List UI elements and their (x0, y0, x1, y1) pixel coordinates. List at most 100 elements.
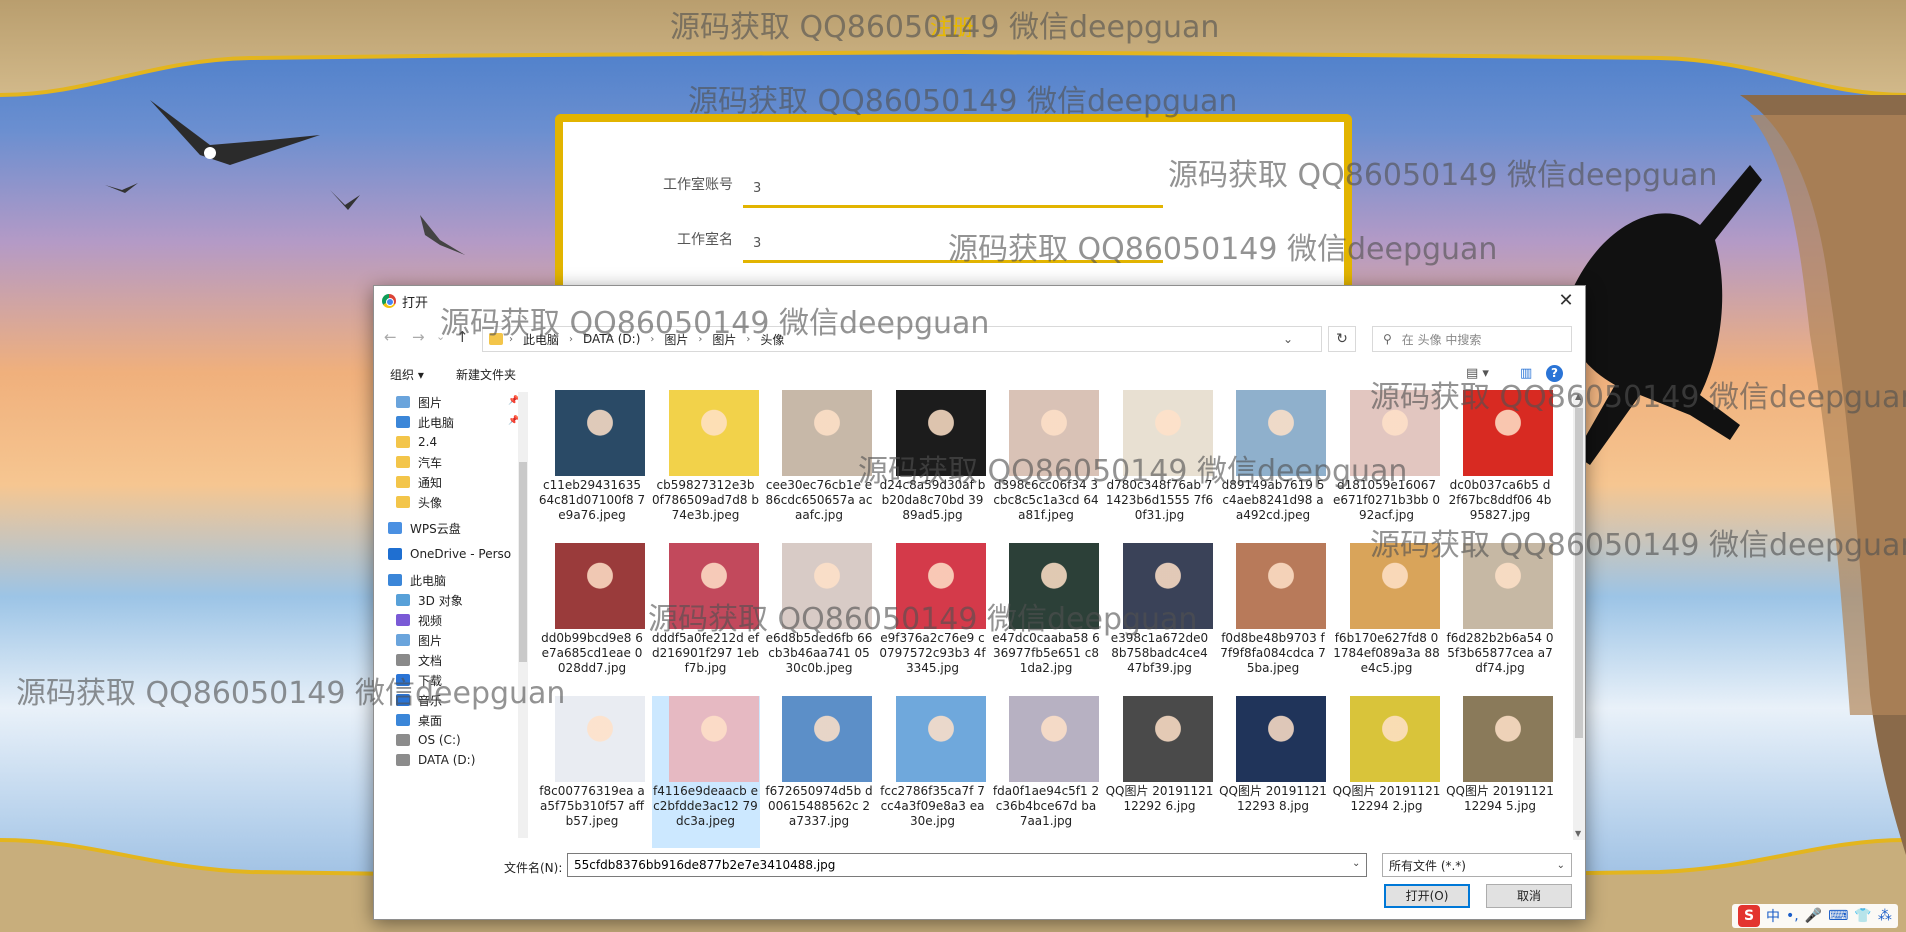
folder-icon (396, 436, 410, 448)
file-tile[interactable]: f8c00776319ea aa5f75b310f57 affb57.jpeg (538, 696, 646, 848)
punctuation-icon[interactable]: •, (1786, 908, 1799, 924)
nav-item-label: 文档 (418, 653, 443, 668)
filetype-select[interactable]: 所有文件 (*.*) ⌄ (1382, 853, 1572, 877)
nav-item[interactable]: 音乐 (396, 690, 442, 710)
refresh-button[interactable]: ↻ (1328, 326, 1356, 352)
cancel-button[interactable]: 取消 (1486, 884, 1572, 908)
file-tile[interactable]: f672650974d5b d00615488562c 2a7337.jpg (765, 696, 873, 848)
file-tile[interactable]: f6b170e627fd8 01784ef089a3a 88e4c5.jpg (1333, 543, 1441, 695)
search-input[interactable]: ⚲ 在 头像 中搜索 (1372, 326, 1572, 352)
file-tile[interactable]: fcc2786f35ca7f 7cc4a3f09e8a3 ea30e.jpg (879, 696, 987, 848)
file-tile[interactable]: d89149ab7619 5c4aeb8241d98 aa492cd.jpeg (1219, 390, 1327, 542)
skin-icon[interactable]: 👕 (1854, 908, 1871, 924)
nav-item[interactable]: 3D 对象 (396, 590, 463, 610)
breadcrumb-item[interactable]: 图片 (712, 331, 736, 348)
help-icon[interactable]: ? (1546, 365, 1563, 382)
nav-item[interactable]: 通知 (396, 472, 442, 492)
file-grid: c11eb29431635 64c81d07100f8 7e9a76.jpeg c… (538, 390, 1558, 848)
file-tile[interactable]: f0d8be48b9703 f7f9f8fa084cdca 75ba.jpeg (1219, 543, 1327, 695)
address-bar[interactable]: › 此电脑 › DATA (D:) › 图片 › 图片 › 头像 ⌄ (482, 326, 1322, 352)
file-tile[interactable]: QQ图片 2019112112294 5.jpg (1446, 696, 1554, 848)
file-tile[interactable]: d181059e16067 e671f0271b3bb 092acf.jpg (1333, 390, 1441, 542)
studio-name-input[interactable] (743, 227, 1163, 263)
file-tile[interactable]: d24c8a59d30af bb20da8c70bd 3989ad5.jpg (879, 390, 987, 542)
file-tile[interactable]: cb59827312e3b 0f786509ad7d8 b74e3b.jpeg (652, 390, 760, 542)
breadcrumb-item[interactable]: 此电脑 (523, 331, 559, 348)
microphone-icon[interactable]: 🎤 (1805, 908, 1822, 924)
nav-item[interactable]: 桌面 (396, 710, 442, 730)
nav-item[interactable]: 视频 (396, 610, 442, 630)
scroll-down-icon[interactable]: ▼ (1575, 829, 1581, 838)
close-icon[interactable]: ✕ (1555, 290, 1577, 311)
file-tile[interactable]: QQ图片 2019112112294 2.jpg (1333, 696, 1441, 848)
nav-item[interactable]: 图片 (396, 630, 442, 650)
open-button[interactable]: 打开(O) (1384, 884, 1470, 908)
nav-item[interactable]: 此电脑 (396, 412, 454, 432)
nav-item[interactable]: 2.4 (396, 432, 437, 452)
breadcrumb-item[interactable]: 头像 (760, 331, 784, 348)
chevron-down-icon[interactable]: ⌄ (1283, 332, 1293, 346)
file-tile[interactable]: fda0f1ae94c5f1 2c36b4bce67d ba7aa1.jpg (992, 696, 1100, 848)
organize-menu[interactable]: 组织 ▾ (390, 366, 424, 383)
file-thumbnail (555, 696, 645, 782)
file-thumbnail (1122, 696, 1213, 782)
file-thumbnail (782, 696, 872, 782)
file-tile[interactable]: e9f376a2c76e9 c0797572c93b3 4f3345.jpg (879, 543, 987, 695)
pin-icon: 📌 (508, 416, 518, 426)
new-folder-button[interactable]: 新建文件夹 (456, 366, 516, 383)
file-tile[interactable]: QQ图片 2019112112292 6.jpg (1106, 696, 1214, 848)
chevron-down-icon[interactable]: ⌄ (1352, 858, 1360, 869)
breadcrumb-item[interactable]: 图片 (664, 331, 688, 348)
filename-input[interactable] (567, 853, 1367, 877)
scroll-up-icon[interactable]: ▲ (1575, 392, 1581, 401)
file-name: d24c8a59d30af bb20da8c70bd 3989ad5.jpg (879, 478, 986, 522)
file-scrollbar-thumb[interactable] (1575, 408, 1583, 738)
ime-toolbar[interactable]: S 中 •, 🎤 ⌨ 👕 ⁂ (1732, 904, 1898, 928)
file-tile[interactable]: cee30ec76cb1e e86cdc650657a acaafc.jpg (765, 390, 873, 542)
file-tile[interactable]: d780c348f76ab 71423b6d1555 7f60f31.jpg (1106, 390, 1214, 542)
preview-pane-icon[interactable]: ▥ (1520, 366, 1532, 381)
file-name: d181059e16067 e671f0271b3bb 092acf.jpg (1333, 478, 1440, 522)
view-options-icon[interactable]: ▤ ▾ (1466, 366, 1489, 381)
file-tile[interactable]: e47dc0caaba58 636977fb5e651 c81da2.jpg (992, 543, 1100, 695)
file-tile[interactable]: e398c1a672de0 8b758badc4ce4 47bf39.jpg (1106, 543, 1214, 695)
keyboard-icon[interactable]: ⌨ (1828, 908, 1848, 924)
file-tile[interactable]: e6d8b5ded6fb 66cb3b46aa741 0530c0b.jpeg (765, 543, 873, 695)
file-tile[interactable]: dd0b99bcd9e8 6e7a685cd1eae 0028dd7.jpg (538, 543, 646, 695)
nav-item[interactable]: 图片 (396, 392, 442, 412)
file-tile[interactable]: f4116e9deaacb ec2bfdde3ac12 79dc3a.jpeg (651, 696, 760, 848)
nav-item-label: 2.4 (418, 435, 438, 449)
sogou-logo-icon[interactable]: S (1738, 905, 1760, 927)
nav-item[interactable]: WPS云盘 (388, 518, 461, 538)
file-tile[interactable]: d398c6cc06f34 3cbc8c5c1a3cd 64a81f.jpeg (992, 390, 1100, 542)
nav-item-label: DATA (D:) (418, 753, 476, 767)
file-tile[interactable]: dc0b037ca6b5 d2f67bc8ddf06 4b95827.jpg (1446, 390, 1554, 542)
nav-item[interactable]: 下载 (396, 670, 442, 690)
back-arrow-icon[interactable]: ← (384, 328, 397, 346)
nav-item[interactable]: 头像 (396, 492, 442, 512)
desktop-icon (396, 714, 410, 726)
tools-grid-icon[interactable]: ⁂ (1878, 908, 1892, 924)
nav-item[interactable]: OneDrive - Perso (388, 544, 511, 564)
file-name: f672650974d5b d00615488562c 2a7337.jpg (765, 784, 873, 828)
breadcrumb-item[interactable]: DATA (D:) (583, 332, 640, 346)
file-tile[interactable]: dddf5a0fe212d efd216901f297 1ebf7b.jpg (652, 543, 760, 695)
file-scrollbar[interactable]: ▲ ▼ (1573, 390, 1585, 840)
nav-item[interactable]: 此电脑 (388, 570, 446, 590)
recent-locations-icon[interactable]: ⌄ (436, 330, 445, 343)
document-icon (396, 654, 410, 666)
file-tile[interactable]: f6d282b2b6a54 05f3b65877cea a7df74.jpg (1446, 543, 1554, 695)
studio-account-input[interactable] (743, 172, 1163, 208)
nav-scrollbar[interactable] (518, 392, 528, 838)
nav-item[interactable]: 汽车 (396, 452, 442, 472)
file-tile[interactable]: QQ图片 2019112112293 8.jpg (1219, 696, 1327, 848)
nav-item[interactable]: 文档 (396, 650, 442, 670)
nav-scrollbar-thumb[interactable] (519, 462, 527, 662)
file-thumbnail (555, 390, 645, 476)
forward-arrow-icon[interactable]: → (412, 328, 425, 346)
nav-item[interactable]: DATA (D:) (396, 750, 475, 770)
up-arrow-icon[interactable]: ↑ (456, 328, 469, 346)
nav-item[interactable]: OS (C:) (396, 730, 461, 750)
file-tile[interactable]: c11eb29431635 64c81d07100f8 7e9a76.jpeg (538, 390, 646, 542)
ime-mode[interactable]: 中 (1766, 906, 1780, 926)
